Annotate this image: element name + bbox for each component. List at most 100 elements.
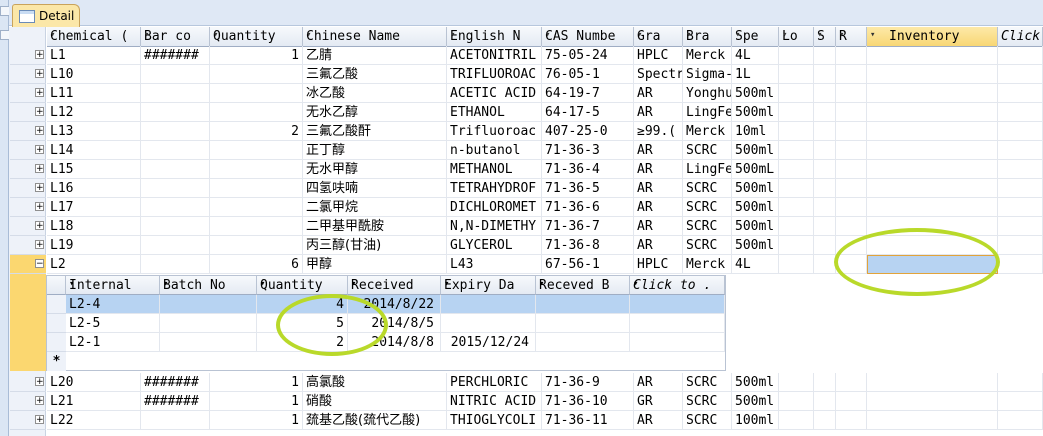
table-cell[interactable]: 71-36-11: [542, 411, 634, 430]
table-cell[interactable]: ACETIC ACID: [447, 84, 542, 103]
column-header[interactable]: English N ▾: [447, 27, 542, 47]
table-cell[interactable]: Merck: [683, 122, 732, 141]
table-cell[interactable]: 500mL: [732, 160, 779, 179]
table-cell[interactable]: [814, 141, 836, 160]
table-cell[interactable]: GLYCEROL: [447, 236, 542, 255]
table-cell[interactable]: AR: [634, 411, 683, 430]
table-cell[interactable]: Yonghu: [683, 84, 732, 103]
expand-collapse-icon[interactable]: +: [35, 88, 44, 98]
table-cell[interactable]: Merck: [683, 255, 732, 274]
table-cell[interactable]: 71-36-4: [542, 160, 634, 179]
dropdown-arrow-icon[interactable]: ▾: [539, 279, 627, 289]
table-cell[interactable]: AR: [634, 198, 683, 217]
table-cell[interactable]: 三氟乙酸: [303, 65, 447, 84]
table-cell[interactable]: [836, 65, 867, 84]
table-cell[interactable]: 76-05-1: [542, 65, 634, 84]
table-cell[interactable]: 500ml: [732, 84, 779, 103]
table-cell[interactable]: [779, 411, 814, 430]
table-cell[interactable]: 71-36-9: [542, 373, 634, 392]
table-cell[interactable]: TRIFLUOROAC: [447, 65, 542, 84]
table-cell[interactable]: [814, 65, 836, 84]
table-cell[interactable]: [779, 255, 814, 274]
subdatasheet-corner[interactable]: [47, 276, 66, 295]
table-cell[interactable]: [998, 141, 1043, 160]
table-cell[interactable]: [867, 411, 998, 430]
dropdown-arrow-icon[interactable]: ▾: [870, 30, 995, 40]
table-cell[interactable]: SCRC: [683, 179, 732, 198]
table-cell[interactable]: GR: [634, 392, 683, 411]
table-cell[interactable]: L12: [47, 103, 141, 122]
table-cell[interactable]: [141, 198, 210, 217]
table-cell[interactable]: [998, 65, 1043, 84]
table-cell[interactable]: [998, 84, 1043, 103]
table-cell[interactable]: [814, 392, 836, 411]
table-cell[interactable]: 71-36-7: [542, 217, 634, 236]
table-cell[interactable]: [867, 179, 998, 198]
table-cell[interactable]: L2: [47, 255, 141, 274]
dropdown-arrow-icon[interactable]: ▾: [839, 30, 864, 40]
table-cell[interactable]: 1: [210, 46, 303, 65]
table-cell[interactable]: ≥99.(: [634, 122, 683, 141]
expand-collapse-icon[interactable]: +: [35, 396, 44, 406]
table-cell[interactable]: 4L: [732, 255, 779, 274]
table-cell[interactable]: #######: [141, 392, 210, 411]
table-cell[interactable]: L21: [47, 392, 141, 411]
table-cell[interactable]: [836, 160, 867, 179]
table-cell[interactable]: 500ml: [732, 217, 779, 236]
table-cell[interactable]: L15: [47, 160, 141, 179]
table-cell[interactable]: 500ml: [732, 392, 779, 411]
table-cell[interactable]: 71-36-6: [542, 198, 634, 217]
expand-collapse-icon[interactable]: +: [35, 202, 44, 212]
table-cell[interactable]: [998, 236, 1043, 255]
table-cell[interactable]: AR: [634, 84, 683, 103]
table-cell[interactable]: 500ml: [732, 236, 779, 255]
table-cell[interactable]: 500ml: [732, 141, 779, 160]
table-cell[interactable]: 64-19-7: [542, 84, 634, 103]
table-cell[interactable]: [210, 217, 303, 236]
table-cell[interactable]: 100ml: [732, 411, 779, 430]
expand-collapse-icon[interactable]: +: [35, 145, 44, 155]
table-cell[interactable]: [998, 122, 1043, 141]
table-cell[interactable]: [141, 103, 210, 122]
table-cell[interactable]: [210, 103, 303, 122]
table-cell[interactable]: LingFe: [683, 160, 732, 179]
table-cell[interactable]: 500ml: [732, 198, 779, 217]
table-cell[interactable]: [814, 236, 836, 255]
dropdown-arrow-icon[interactable]: ▾: [260, 279, 345, 289]
table-cell[interactable]: [867, 84, 998, 103]
table-cell[interactable]: SCRC: [683, 373, 732, 392]
table-cell[interactable]: [141, 217, 210, 236]
table-cell[interactable]: [836, 84, 867, 103]
dropdown-arrow-icon[interactable]: ▾: [50, 30, 138, 40]
table-cell[interactable]: 无水甲醇: [303, 160, 447, 179]
table-cell[interactable]: [867, 46, 998, 65]
table-cell[interactable]: [836, 373, 867, 392]
table-cell[interactable]: L20: [47, 373, 141, 392]
table-cell[interactable]: 1: [210, 411, 303, 430]
table-cell[interactable]: Trifluoroac: [447, 122, 542, 141]
table-cell[interactable]: TETRAHYDROF: [447, 179, 542, 198]
table-cell[interactable]: 1: [210, 373, 303, 392]
sub-column-header[interactable]: Expiry Da ▾: [441, 276, 536, 295]
table-cell[interactable]: [779, 198, 814, 217]
column-header[interactable]: S ▾: [814, 27, 836, 47]
table-cell[interactable]: 1L: [732, 65, 779, 84]
table-cell[interactable]: [210, 179, 303, 198]
sub-column-header[interactable]: Receved B ▾: [536, 276, 630, 295]
table-cell[interactable]: 6: [210, 255, 303, 274]
table-cell[interactable]: [998, 411, 1043, 430]
table-cell[interactable]: L11: [47, 84, 141, 103]
expand-collapse-icon[interactable]: +: [35, 126, 44, 136]
table-cell[interactable]: [210, 84, 303, 103]
table-cell[interactable]: ACETONITRIL: [447, 46, 542, 65]
dropdown-arrow-icon[interactable]: ▾: [351, 279, 438, 289]
column-header[interactable]: Bra ▾: [683, 27, 732, 47]
table-cell[interactable]: [779, 179, 814, 198]
table-cell[interactable]: [836, 141, 867, 160]
table-cell[interactable]: [779, 46, 814, 65]
table-cell[interactable]: 正丁醇: [303, 141, 447, 160]
table-cell[interactable]: 2: [210, 122, 303, 141]
table-cell[interactable]: [814, 160, 836, 179]
sub-table-cell[interactable]: L2-1: [66, 333, 160, 352]
table-cell[interactable]: L19: [47, 236, 141, 255]
